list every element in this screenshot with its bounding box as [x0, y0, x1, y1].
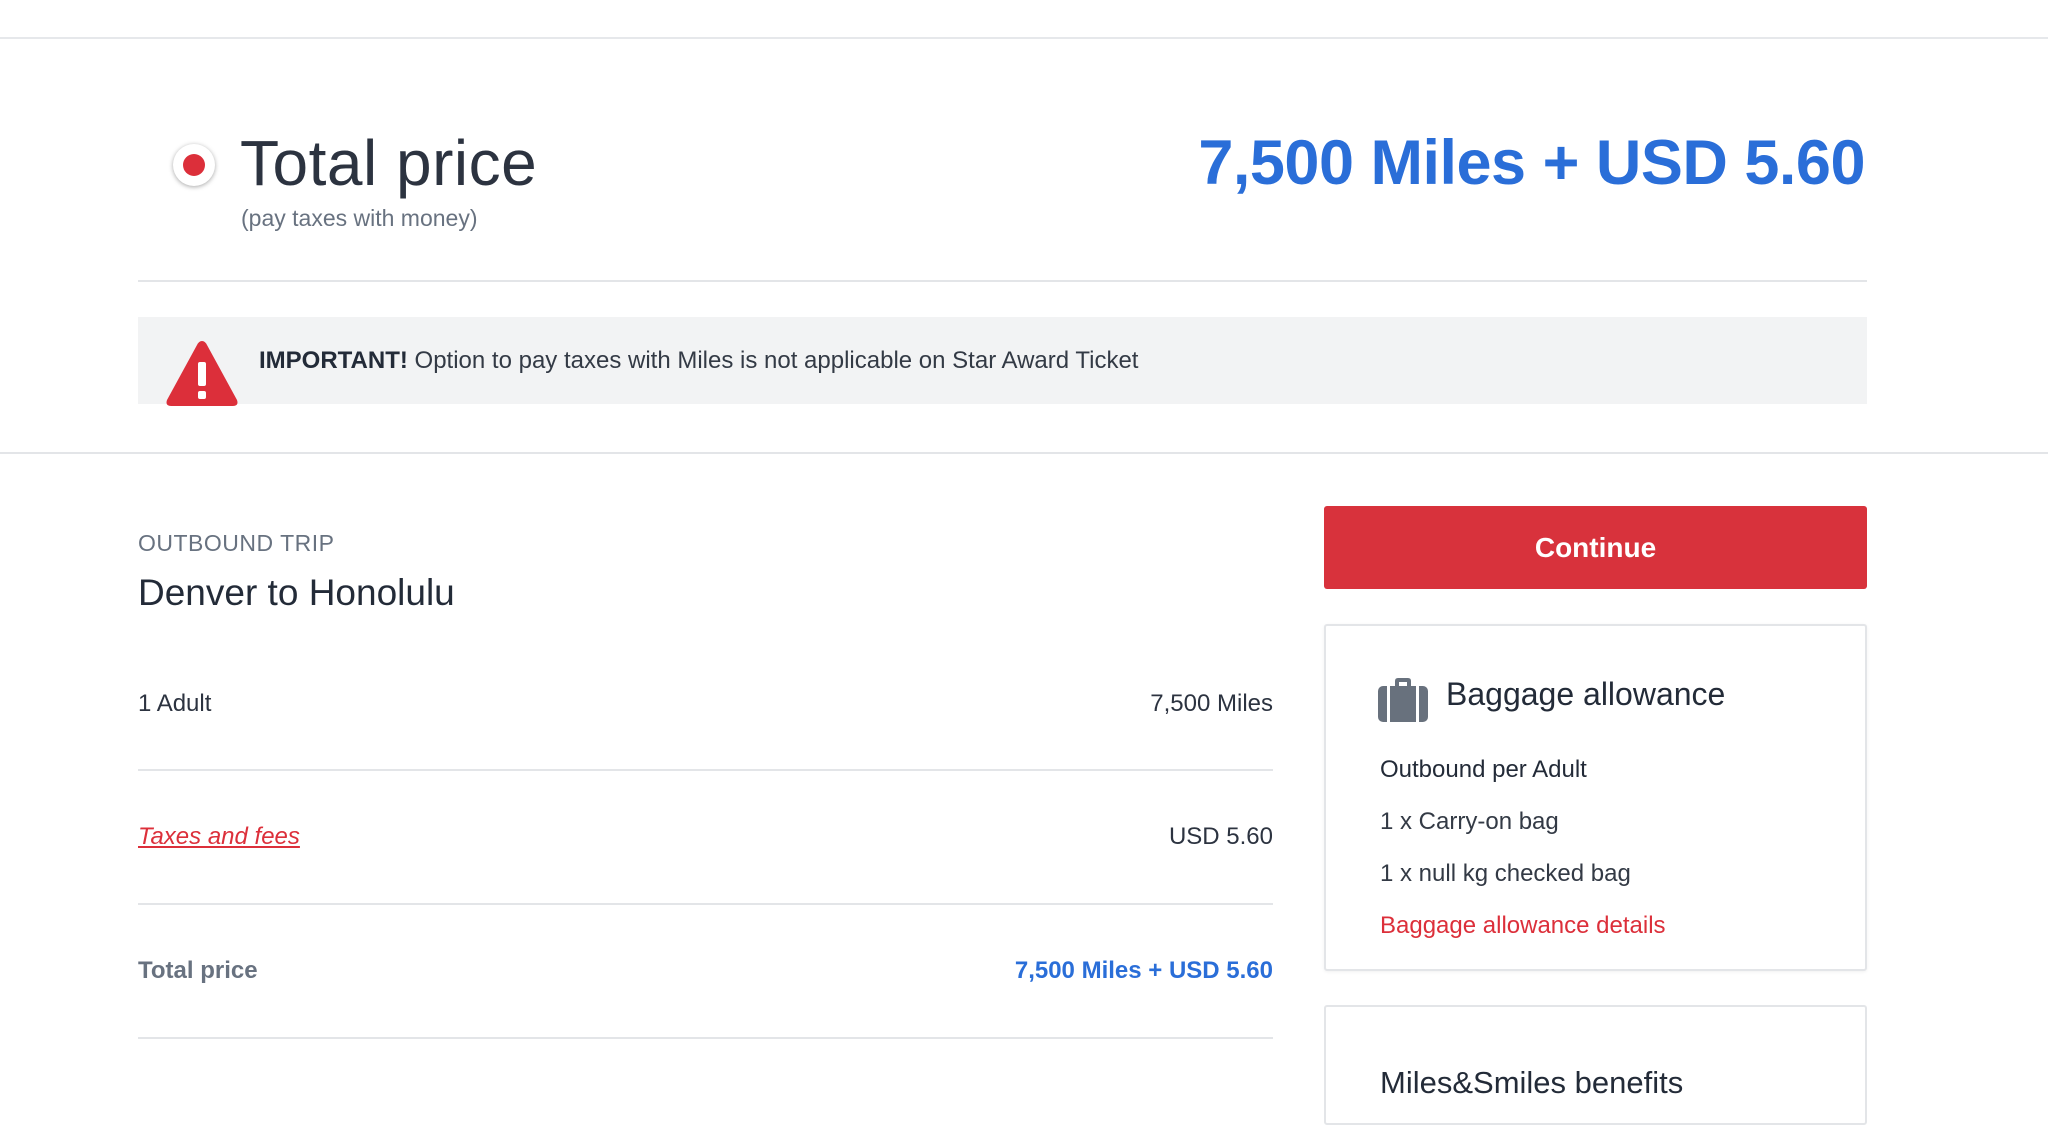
trip-route: Denver to Honolulu	[138, 572, 455, 613]
fare-option-radio[interactable]	[173, 144, 215, 186]
trip-direction-label: OUTBOUND TRIP	[138, 530, 335, 556]
continue-button[interactable]: Continue	[1324, 506, 1867, 589]
baggage-item: 1 x null kg checked bag	[1380, 860, 1631, 887]
price-row-label: 1 Adult	[138, 690, 212, 717]
fare-option-subtitle: (pay taxes with money)	[241, 205, 478, 231]
price-row-value: 7,500 Miles + USD 5.60	[1014, 957, 1273, 984]
baggage-subtitle: Outbound per Adult	[1380, 756, 1587, 783]
notice-text: IMPORTANT! Option to pay taxes with Mile…	[259, 347, 1138, 375]
price-row-label: Total price	[138, 957, 258, 984]
radio-selected-dot	[183, 154, 205, 176]
price-row-value: 7,500 Miles	[1150, 690, 1273, 717]
price-row-taxes: Taxes and fees USD 5.60	[138, 771, 1273, 905]
baggage-details-link[interactable]: Baggage allowance details	[1380, 912, 1666, 940]
taxes-and-fees-link[interactable]: Taxes and fees	[138, 823, 300, 851]
price-row-value: USD 5.60	[1168, 823, 1273, 850]
fare-option-section: Total price (pay taxes with money) 7,500…	[0, 39, 2048, 454]
fare-option-amount: 7,500 Miles + USD 5.60	[1198, 128, 1865, 198]
divider	[138, 280, 1867, 282]
notice-message: Option to pay taxes with Miles is not ap…	[407, 347, 1139, 374]
suitcase-icon	[1378, 678, 1428, 722]
baggage-allowance-card: Baggage allowance Outbound per Adult 1 x…	[1324, 624, 1867, 971]
price-row-total: Total price 7,500 Miles + USD 5.60	[138, 905, 1273, 1039]
baggage-title: Baggage allowance	[1446, 676, 1726, 712]
miles-smiles-benefits-card: Miles&Smiles benefits	[1324, 1005, 1867, 1125]
important-notice: IMPORTANT! Option to pay taxes with Mile…	[138, 317, 1867, 406]
warning-icon	[166, 341, 238, 406]
baggage-item: 1 x Carry-on bag	[1380, 808, 1559, 835]
notice-emphasis: IMPORTANT!	[259, 347, 408, 374]
top-bar	[0, 0, 2048, 39]
price-row-passengers: 1 Adult 7,500 Miles	[138, 636, 1273, 771]
fare-option-title: Total price	[240, 127, 538, 199]
